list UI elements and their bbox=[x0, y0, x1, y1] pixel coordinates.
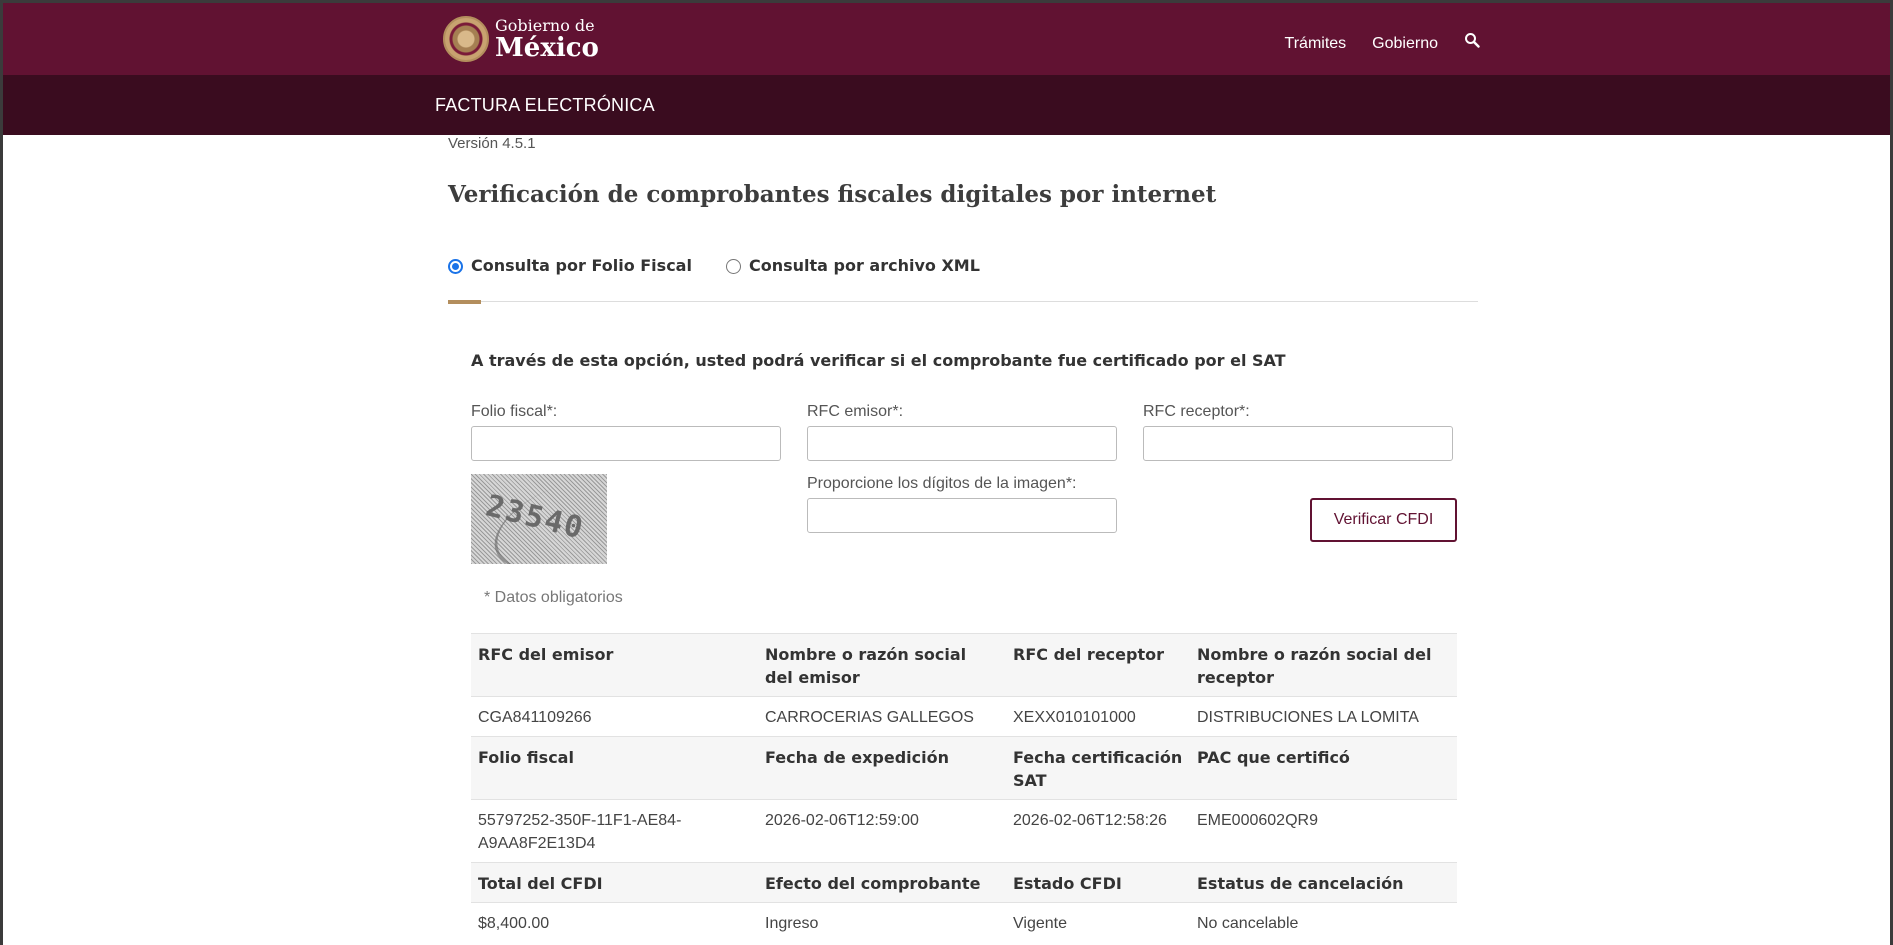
column-header: Efecto del comprobante bbox=[758, 862, 1006, 903]
column-header: Estado CFDI bbox=[1006, 862, 1190, 903]
query-type-options: Consulta por Folio Fiscal Consulta por a… bbox=[448, 256, 980, 275]
gobierno-logo[interactable]: Gobierno de México bbox=[443, 14, 599, 64]
column-header: Nombre o razón social del emisor bbox=[758, 633, 1006, 697]
column-header: Folio fiscal bbox=[471, 736, 758, 800]
table-cell: DISTRIBUCIONES LA LOMITA bbox=[1190, 696, 1457, 737]
column-header: Fecha certificación SAT bbox=[1006, 736, 1190, 800]
table-row: 55797252-350F-11F1-AE84-A9AA8F2E13D4 2026… bbox=[471, 799, 1457, 863]
table-cell: 2026-02-06T12:58:26 bbox=[1006, 799, 1190, 863]
section-title[interactable]: FACTURA ELECTRÓNICA bbox=[435, 95, 655, 116]
national-seal-icon bbox=[443, 16, 489, 62]
rfc-receptor-input[interactable] bbox=[1143, 426, 1453, 461]
folio-fiscal-label: Folio fiscal*: bbox=[471, 403, 558, 420]
table-cell: EME000602QR9 bbox=[1190, 799, 1457, 863]
results-body: RFC del emisor Nombre o razón social del … bbox=[471, 633, 1457, 942]
captcha-input[interactable] bbox=[807, 498, 1117, 533]
nav-link-tramites[interactable]: Trámites bbox=[1285, 35, 1347, 53]
radio-button-unchecked[interactable] bbox=[725, 259, 741, 274]
column-header: Nombre o razón social del receptor bbox=[1190, 633, 1457, 697]
table-header-row: Folio fiscal Fecha de expedición Fecha cer… bbox=[471, 736, 1457, 800]
table-row: CGA841109266 CARROCERIAS GALLEGOS XEXX0101… bbox=[471, 696, 1457, 737]
logo-line1: Gobierno de bbox=[495, 15, 595, 35]
column-header: PAC que certificó bbox=[1190, 736, 1457, 800]
table-cell: Ingreso bbox=[758, 902, 1006, 942]
intro-text: A través de esta opción, usted podrá ver… bbox=[471, 351, 1286, 370]
table-row: $8,400.00 Ingreso Vigente No cancelable bbox=[471, 902, 1457, 942]
radio-folio-fiscal[interactable]: Consulta por Folio Fiscal bbox=[448, 256, 692, 275]
nav-link-gobierno[interactable]: Gobierno bbox=[1372, 35, 1438, 53]
required-note: * Datos obligatorios bbox=[484, 589, 623, 606]
table-header-row: RFC del emisor Nombre o razón social del … bbox=[471, 633, 1457, 697]
column-header: RFC del emisor bbox=[471, 633, 758, 697]
column-header: Fecha de expedición bbox=[758, 736, 1006, 800]
table-cell: CARROCERIAS GALLEGOS bbox=[758, 696, 1006, 737]
table-cell: XEXX010101000 bbox=[1006, 696, 1190, 737]
search-icon[interactable] bbox=[1464, 33, 1480, 54]
rfc-emisor-input[interactable] bbox=[807, 426, 1117, 461]
column-header: Total del CFDI bbox=[471, 862, 758, 903]
captcha-label: Proporcione los dígitos de la imagen*: bbox=[807, 475, 1077, 492]
logo-text: Gobierno de México bbox=[495, 15, 599, 63]
active-tab-indicator bbox=[448, 300, 481, 304]
top-navbar: Gobierno de México Trámites Gobierno bbox=[3, 3, 1890, 75]
version-label: Versión 4.5.1 bbox=[448, 135, 536, 152]
table-cell: Vigente bbox=[1006, 902, 1190, 942]
table-cell: 55797252-350F-11F1-AE84-A9AA8F2E13D4 bbox=[471, 799, 758, 863]
main-nav: Trámites Gobierno bbox=[1285, 33, 1480, 54]
table-header-row: Total del CFDI Efecto del comprobante Esta… bbox=[471, 862, 1457, 903]
rfc-emisor-label: RFC emisor*: bbox=[807, 403, 904, 420]
table-cell: $8,400.00 bbox=[471, 902, 758, 942]
radio-label: Consulta por Folio Fiscal bbox=[471, 256, 692, 275]
browser-viewport: Gobierno de México Trámites Gobierno FAC… bbox=[3, 3, 1890, 945]
radio-label: Consulta por archivo XML bbox=[748, 256, 980, 275]
radio-archivo-xml[interactable]: Consulta por archivo XML bbox=[725, 256, 980, 275]
captcha-image: 23540 bbox=[471, 474, 607, 564]
table-cell: No cancelable bbox=[1190, 902, 1457, 942]
results-table: RFC del emisor Nombre o razón social del … bbox=[471, 633, 1457, 942]
rfc-receptor-label: RFC receptor*: bbox=[1143, 403, 1250, 420]
page-title: Verificación de comprobantes fiscales di… bbox=[448, 181, 1217, 208]
column-header: Estatus de cancelación bbox=[1190, 862, 1457, 903]
divider bbox=[448, 301, 1478, 302]
section-bar: FACTURA ELECTRÓNICA bbox=[3, 75, 1890, 135]
verify-cfdi-button[interactable]: Verificar CFDI bbox=[1310, 498, 1457, 542]
radio-button-checked[interactable] bbox=[448, 259, 463, 274]
logo-line2: México bbox=[495, 32, 599, 63]
folio-fiscal-input[interactable] bbox=[471, 426, 781, 461]
table-cell: 2026-02-06T12:59:00 bbox=[758, 799, 1006, 863]
table-cell: CGA841109266 bbox=[471, 696, 758, 737]
column-header: RFC del receptor bbox=[1006, 633, 1190, 697]
